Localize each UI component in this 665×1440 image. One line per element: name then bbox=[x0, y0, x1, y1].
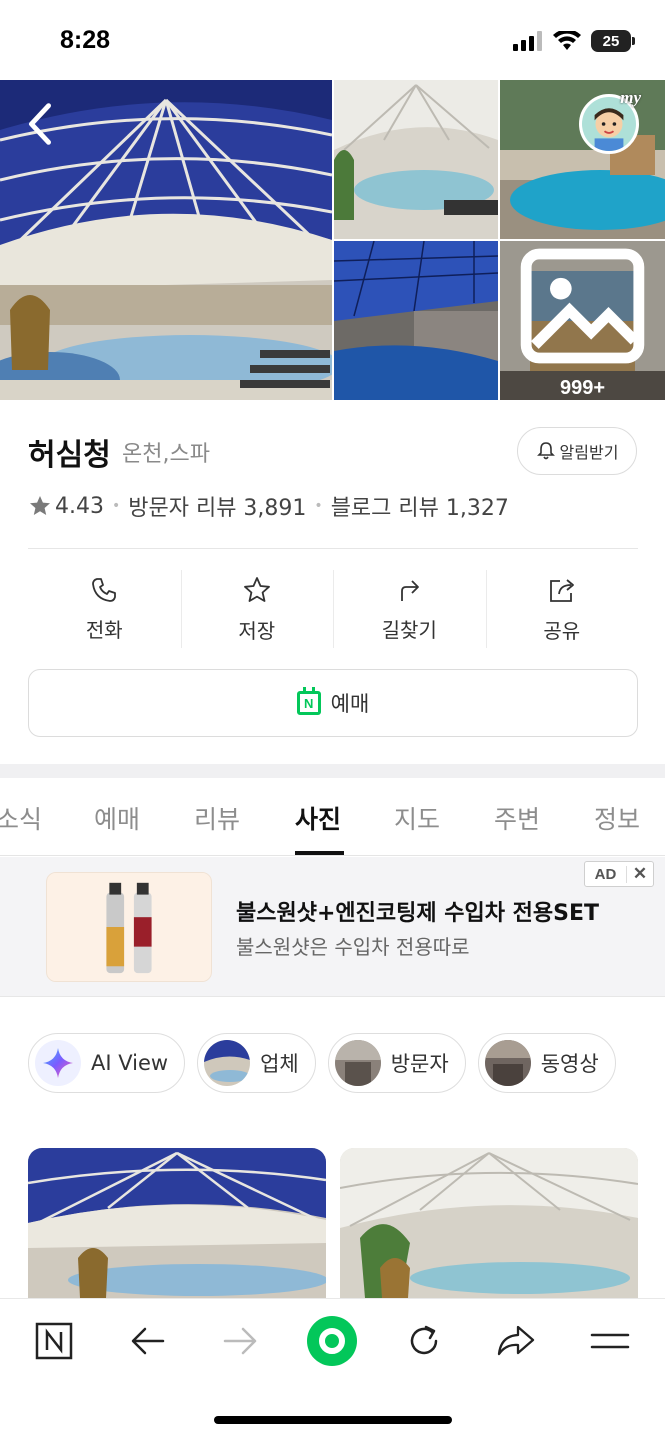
chip-business[interactable]: 업체 bbox=[197, 1033, 316, 1093]
separator-dot: • bbox=[111, 498, 121, 514]
more-photos-overlay[interactable]: 999+ bbox=[500, 241, 665, 400]
chip-thumbnail bbox=[204, 1040, 251, 1086]
place-category: 온천,스파 bbox=[122, 442, 210, 467]
forward-nav-button[interactable] bbox=[212, 1317, 268, 1365]
ad-close-icon[interactable]: ✕ bbox=[627, 864, 653, 884]
battery-icon: 25 bbox=[591, 30, 635, 52]
status-icons: 25 bbox=[513, 30, 635, 52]
gallery-photo[interactable] bbox=[340, 1148, 638, 1298]
active-tab-indicator bbox=[295, 851, 344, 855]
chip-label: 업체 bbox=[260, 1052, 299, 1076]
chevron-left-icon bbox=[29, 103, 51, 145]
notify-label: 알림받기 bbox=[559, 443, 619, 462]
ai-sparkle-icon bbox=[35, 1040, 81, 1086]
main-photo[interactable] bbox=[0, 80, 332, 400]
tab-map[interactable]: 지도 bbox=[394, 800, 440, 836]
menu-button[interactable] bbox=[582, 1317, 638, 1365]
visitor-reviews-link[interactable]: 방문자 리뷰 3,891 bbox=[128, 490, 306, 522]
rating-row: 4.43 • 방문자 리뷰 3,891 • 블로그 리뷰 1,327 bbox=[28, 490, 509, 522]
refresh-button[interactable] bbox=[396, 1317, 452, 1365]
chip-ai-view[interactable]: AI View bbox=[28, 1033, 186, 1093]
share-label: 공유 bbox=[543, 618, 581, 643]
ad-badge: AD ✕ bbox=[584, 861, 654, 887]
directions-label: 길찾기 bbox=[381, 617, 437, 642]
home-indicator[interactable] bbox=[214, 1416, 452, 1424]
photo-thumb[interactable]: my bbox=[500, 80, 665, 239]
ad-label: AD bbox=[585, 865, 627, 883]
cellular-signal-icon bbox=[513, 31, 542, 51]
divider bbox=[28, 548, 638, 549]
more-photos-count: 999+ bbox=[559, 377, 606, 399]
tab-reservation[interactable]: 예매 bbox=[94, 800, 140, 836]
back-nav-button[interactable] bbox=[120, 1317, 176, 1365]
place-name: 허심청 bbox=[28, 438, 111, 473]
directions-button[interactable]: 길찾기 bbox=[333, 570, 486, 648]
gallery-photo[interactable] bbox=[28, 1148, 326, 1298]
back-button[interactable] bbox=[20, 102, 60, 146]
star-filled-icon bbox=[30, 496, 50, 515]
image-icon bbox=[520, 248, 645, 364]
green-dot-button[interactable] bbox=[304, 1316, 360, 1366]
my-tag: my bbox=[620, 88, 641, 107]
naver-home-icon bbox=[35, 1322, 73, 1360]
bell-plus-icon bbox=[536, 442, 555, 460]
wifi-icon bbox=[553, 31, 581, 50]
status-bar: 8:28 25 bbox=[0, 0, 665, 80]
chip-label: 방문자 bbox=[390, 1052, 449, 1076]
notify-button[interactable]: 알림받기 bbox=[517, 427, 637, 475]
ad-image bbox=[46, 872, 212, 982]
tab-bar: 소식 예매 리뷰 사진 지도 주변 정보 bbox=[0, 778, 665, 856]
rating-value: 4.43 bbox=[55, 493, 104, 519]
star-icon bbox=[243, 576, 270, 602]
share-arrow-icon bbox=[497, 1325, 535, 1356]
call-label: 전화 bbox=[85, 617, 123, 642]
photo-gallery bbox=[0, 1148, 665, 1298]
naver-home-button[interactable] bbox=[26, 1317, 82, 1365]
green-dot-icon bbox=[307, 1316, 357, 1366]
chip-thumbnail bbox=[484, 1040, 531, 1086]
chip-video[interactable]: 동영상 bbox=[477, 1033, 616, 1093]
refresh-icon bbox=[410, 1325, 438, 1355]
reserve-button[interactable]: N 예매 bbox=[28, 669, 638, 737]
photo-thumb-more[interactable]: 999+ bbox=[500, 241, 665, 400]
share-page-button[interactable] bbox=[488, 1317, 544, 1365]
tab-photos[interactable]: 사진 bbox=[295, 800, 341, 836]
section-divider bbox=[0, 764, 665, 778]
tab-reviews[interactable]: 리뷰 bbox=[194, 800, 240, 836]
photo-thumb[interactable] bbox=[334, 241, 498, 400]
ad-title[interactable]: 불스원샷+엔진코팅제 수입차 전용SET bbox=[236, 895, 599, 927]
chip-visitor[interactable]: 방문자 bbox=[327, 1033, 466, 1093]
call-button[interactable]: 전화 bbox=[28, 570, 181, 648]
tab-news[interactable]: 소식 bbox=[0, 800, 42, 836]
chip-label: AI View bbox=[91, 1051, 169, 1075]
reserve-label: 예매 bbox=[330, 692, 370, 716]
status-time: 8:28 bbox=[60, 26, 111, 54]
save-label: 저장 bbox=[238, 618, 276, 643]
separator-dot: • bbox=[314, 498, 323, 514]
browser-toolbar bbox=[0, 1298, 665, 1440]
tab-nearby[interactable]: 주변 bbox=[494, 800, 540, 836]
photo-thumb[interactable] bbox=[334, 80, 498, 239]
naver-calendar-icon: N bbox=[296, 687, 321, 715]
blog-reviews-link[interactable]: 블로그 리뷰 1,327 bbox=[331, 490, 509, 522]
phone-icon bbox=[92, 577, 117, 602]
share-button[interactable]: 공유 bbox=[485, 570, 639, 648]
ad-description: 불스원샷은 수입차 전용따로 bbox=[236, 935, 470, 959]
tab-info[interactable]: 정보 bbox=[594, 800, 640, 836]
menu-icon bbox=[590, 1333, 630, 1349]
forward-arrow-icon bbox=[223, 1327, 257, 1355]
chip-thumbnail bbox=[334, 1040, 381, 1086]
photo-filter-chips: AI View 업체 방문자 동영상 bbox=[28, 1033, 616, 1093]
chip-label: 동영상 bbox=[540, 1052, 599, 1076]
action-row: 전화 저장 길찾기 공유 bbox=[28, 570, 638, 648]
save-button[interactable]: 저장 bbox=[180, 570, 334, 648]
directions-icon bbox=[401, 579, 420, 601]
photo-grid: my 999+ bbox=[0, 80, 665, 400]
ad-banner[interactable]: 불스원샷+엔진코팅제 수입차 전용SET 불스원샷은 수입차 전용따로 AD ✕ bbox=[0, 857, 665, 997]
back-arrow-icon bbox=[131, 1327, 165, 1355]
share-icon bbox=[549, 578, 574, 602]
